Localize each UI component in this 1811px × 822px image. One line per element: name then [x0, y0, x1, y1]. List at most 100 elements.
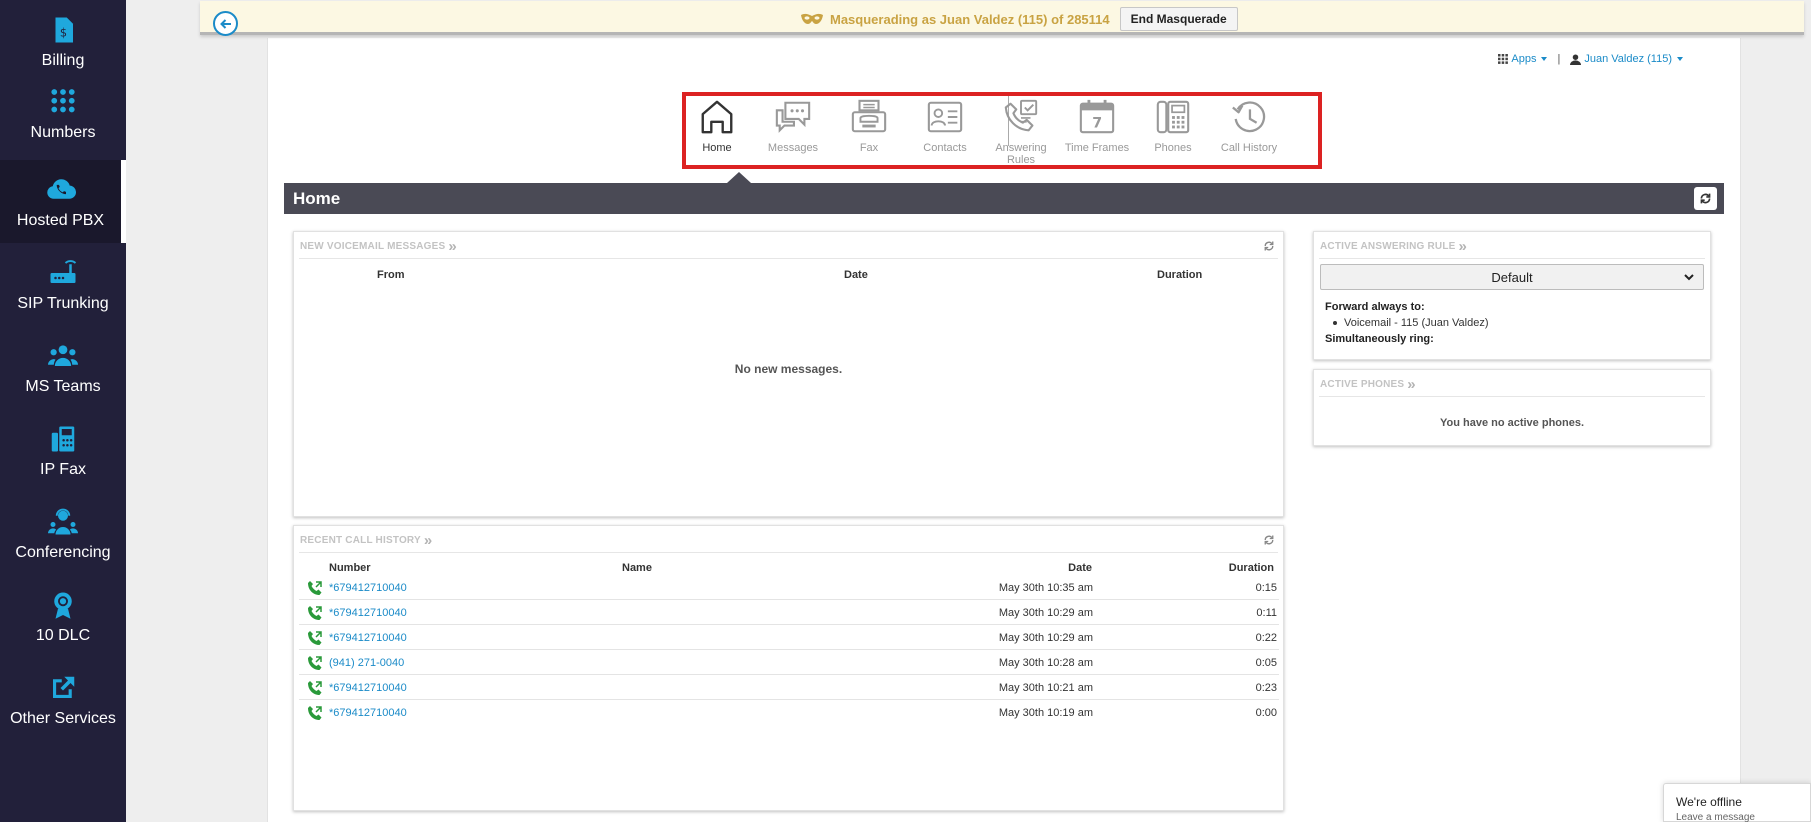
call-number-link[interactable]: *679412710040	[329, 632, 407, 644]
call-date: May 30th 10:21 am	[998, 682, 1093, 694]
messages-icon	[775, 101, 811, 133]
outgoing-call-icon	[308, 631, 322, 645]
call-number-link[interactable]: *679412710040	[329, 707, 407, 719]
active-phones-heading-link[interactable]: ACTIVE PHONES »	[1320, 377, 1416, 392]
table-row: *679412710040 May 30th 10:35 am 0:15	[299, 575, 1279, 600]
team-icon	[46, 340, 80, 372]
refresh-icon[interactable]	[1263, 534, 1275, 546]
sidebar-item-hosted-pbx[interactable]: Hosted PBX	[0, 160, 126, 243]
voicemail-heading-link[interactable]: NEW VOICEMAIL MESSAGES »	[300, 237, 457, 255]
arrow-left-icon	[219, 18, 231, 29]
chat-widget[interactable]: We're offline Leave a message	[1663, 783, 1811, 822]
forward-target: Voicemail - 115 (Juan Valdez)	[1333, 317, 1489, 329]
fax-icon	[851, 99, 887, 133]
call-date: May 30th 10:35 am	[998, 582, 1093, 594]
chat-leave-message-link[interactable]: Leave a message	[1676, 812, 1755, 822]
tab-phones[interactable]: Phones	[1137, 98, 1209, 154]
caret-down-icon	[1541, 57, 1548, 61]
sidebar: $ Billing Numbers Hosted PBX SIP Trunkin…	[0, 0, 126, 822]
refresh-icon[interactable]	[1263, 240, 1275, 252]
tab-messages[interactable]: Messages	[757, 98, 829, 154]
call-duration: 0:00	[1255, 707, 1277, 719]
call-duration: 0:05	[1255, 657, 1277, 669]
sidebar-item-label: Billing	[41, 51, 85, 69]
tab-label: Fax	[859, 142, 879, 154]
call-number-link[interactable]: (941) 271-0040	[329, 657, 404, 669]
refresh-icon	[1700, 193, 1711, 204]
back-button[interactable]	[213, 11, 238, 36]
column-header-number: Number	[329, 562, 371, 574]
call-history-heading-link[interactable]: RECENT CALL HISTORY »	[300, 533, 432, 548]
tab-home[interactable]: Home	[681, 98, 753, 154]
empty-state-text: You have no active phones.	[1439, 417, 1585, 429]
tab-label: Contacts	[923, 142, 967, 154]
outgoing-call-icon	[308, 681, 322, 695]
end-masquerade-button[interactable]: End Masquerade	[1119, 7, 1238, 31]
forward-target-text: Voicemail - 115 (Juan Valdez)	[1344, 317, 1489, 329]
tab-answering-rules[interactable]: Answering Rules	[985, 98, 1057, 166]
call-date: May 30th 10:29 am	[998, 607, 1093, 619]
widget-heading: ACTIVE ANSWERING RULE	[1320, 241, 1456, 252]
call-number-link[interactable]: *679412710040	[329, 607, 407, 619]
call-date: May 30th 10:28 am	[998, 657, 1093, 669]
sidebar-item-label: Other Services	[10, 709, 116, 727]
page-title: Home	[293, 189, 341, 208]
billing-icon: $	[46, 14, 80, 46]
tab-fax[interactable]: Fax	[833, 98, 905, 154]
user-nav: Apps | Juan Valdez (115)	[1498, 53, 1683, 65]
double-chevron-icon: »	[448, 237, 457, 255]
mask-icon	[801, 13, 823, 24]
column-header-date: Date	[844, 269, 868, 281]
call-duration: 0:22	[1255, 632, 1277, 644]
table-row: (941) 271-0040 May 30th 10:28 am 0:05	[299, 650, 1279, 675]
tab-contacts[interactable]: Contacts	[909, 98, 981, 154]
sidebar-item-billing[interactable]: $ Billing	[0, 0, 126, 83]
router-icon	[46, 257, 80, 289]
caret-down-icon	[1677, 57, 1683, 61]
call-number-link[interactable]: *679412710040	[329, 682, 407, 694]
apps-menu-button[interactable]: Apps	[1498, 53, 1548, 65]
answering-rule-heading-link[interactable]: ACTIVE ANSWERING RULE »	[1320, 237, 1468, 255]
outgoing-call-icon	[308, 656, 322, 670]
sidebar-item-sip-trunking[interactable]: SIP Trunking	[0, 243, 126, 326]
sidebar-item-numbers[interactable]: Numbers	[0, 72, 126, 155]
apps-label: Apps	[1511, 53, 1537, 65]
sidebar-item-label: IP Fax	[40, 460, 86, 478]
sidebar-item-ip-fax[interactable]: IP Fax	[0, 409, 126, 492]
nav-separator: |	[1557, 53, 1561, 65]
user-menu-button[interactable]: Juan Valdez (115)	[1570, 53, 1683, 65]
divider	[299, 552, 1278, 553]
active-phones-widget: ACTIVE PHONES » You have no active phone…	[1313, 369, 1711, 446]
table-row: *679412710040 May 30th 10:29 am 0:11	[299, 600, 1279, 625]
refresh-button[interactable]	[1694, 187, 1717, 210]
empty-state-text: No new messages.	[734, 362, 843, 376]
sidebar-item-label: MS Teams	[25, 377, 101, 395]
sidebar-item-label: 10 DLC	[35, 626, 91, 644]
svg-text:$: $	[60, 26, 67, 39]
sidebar-item-conferencing[interactable]: Conferencing	[0, 492, 126, 575]
tab-label: Call History	[1220, 142, 1278, 154]
divider	[1319, 396, 1705, 397]
page-title-bar: Home	[284, 183, 1724, 214]
home-icon	[701, 100, 733, 134]
column-header-name: Name	[622, 562, 652, 574]
tab-label: Phones	[1154, 142, 1192, 154]
call-number-link[interactable]: *679412710040	[329, 582, 407, 594]
tab-call-history[interactable]: Call History	[1213, 98, 1285, 154]
sidebar-item-label: SIP Trunking	[17, 294, 109, 312]
double-chevron-icon: »	[1458, 237, 1468, 255]
outgoing-call-icon	[308, 606, 322, 620]
call-history-widget: RECENT CALL HISTORY » Number Name Date D…	[293, 525, 1284, 811]
sidebar-item-10-dlc[interactable]: 10 DLC	[0, 575, 126, 658]
bullet	[1333, 321, 1337, 325]
divider	[1319, 258, 1705, 259]
svg-text:7: 7	[1092, 115, 1102, 131]
tab-label: Home	[702, 142, 732, 154]
tab-time-frames[interactable]: 7 Time Frames	[1061, 98, 1133, 154]
sidebar-item-ms-teams[interactable]: MS Teams	[0, 326, 126, 409]
sidebar-item-label: Hosted PBX	[16, 211, 105, 229]
answering-rule-select[interactable]: Default	[1320, 264, 1704, 290]
column-header-duration: Duration	[1228, 562, 1274, 574]
sidebar-item-other-services[interactable]: Other Services	[0, 658, 126, 741]
sidebar-item-label: Conferencing	[15, 543, 111, 561]
